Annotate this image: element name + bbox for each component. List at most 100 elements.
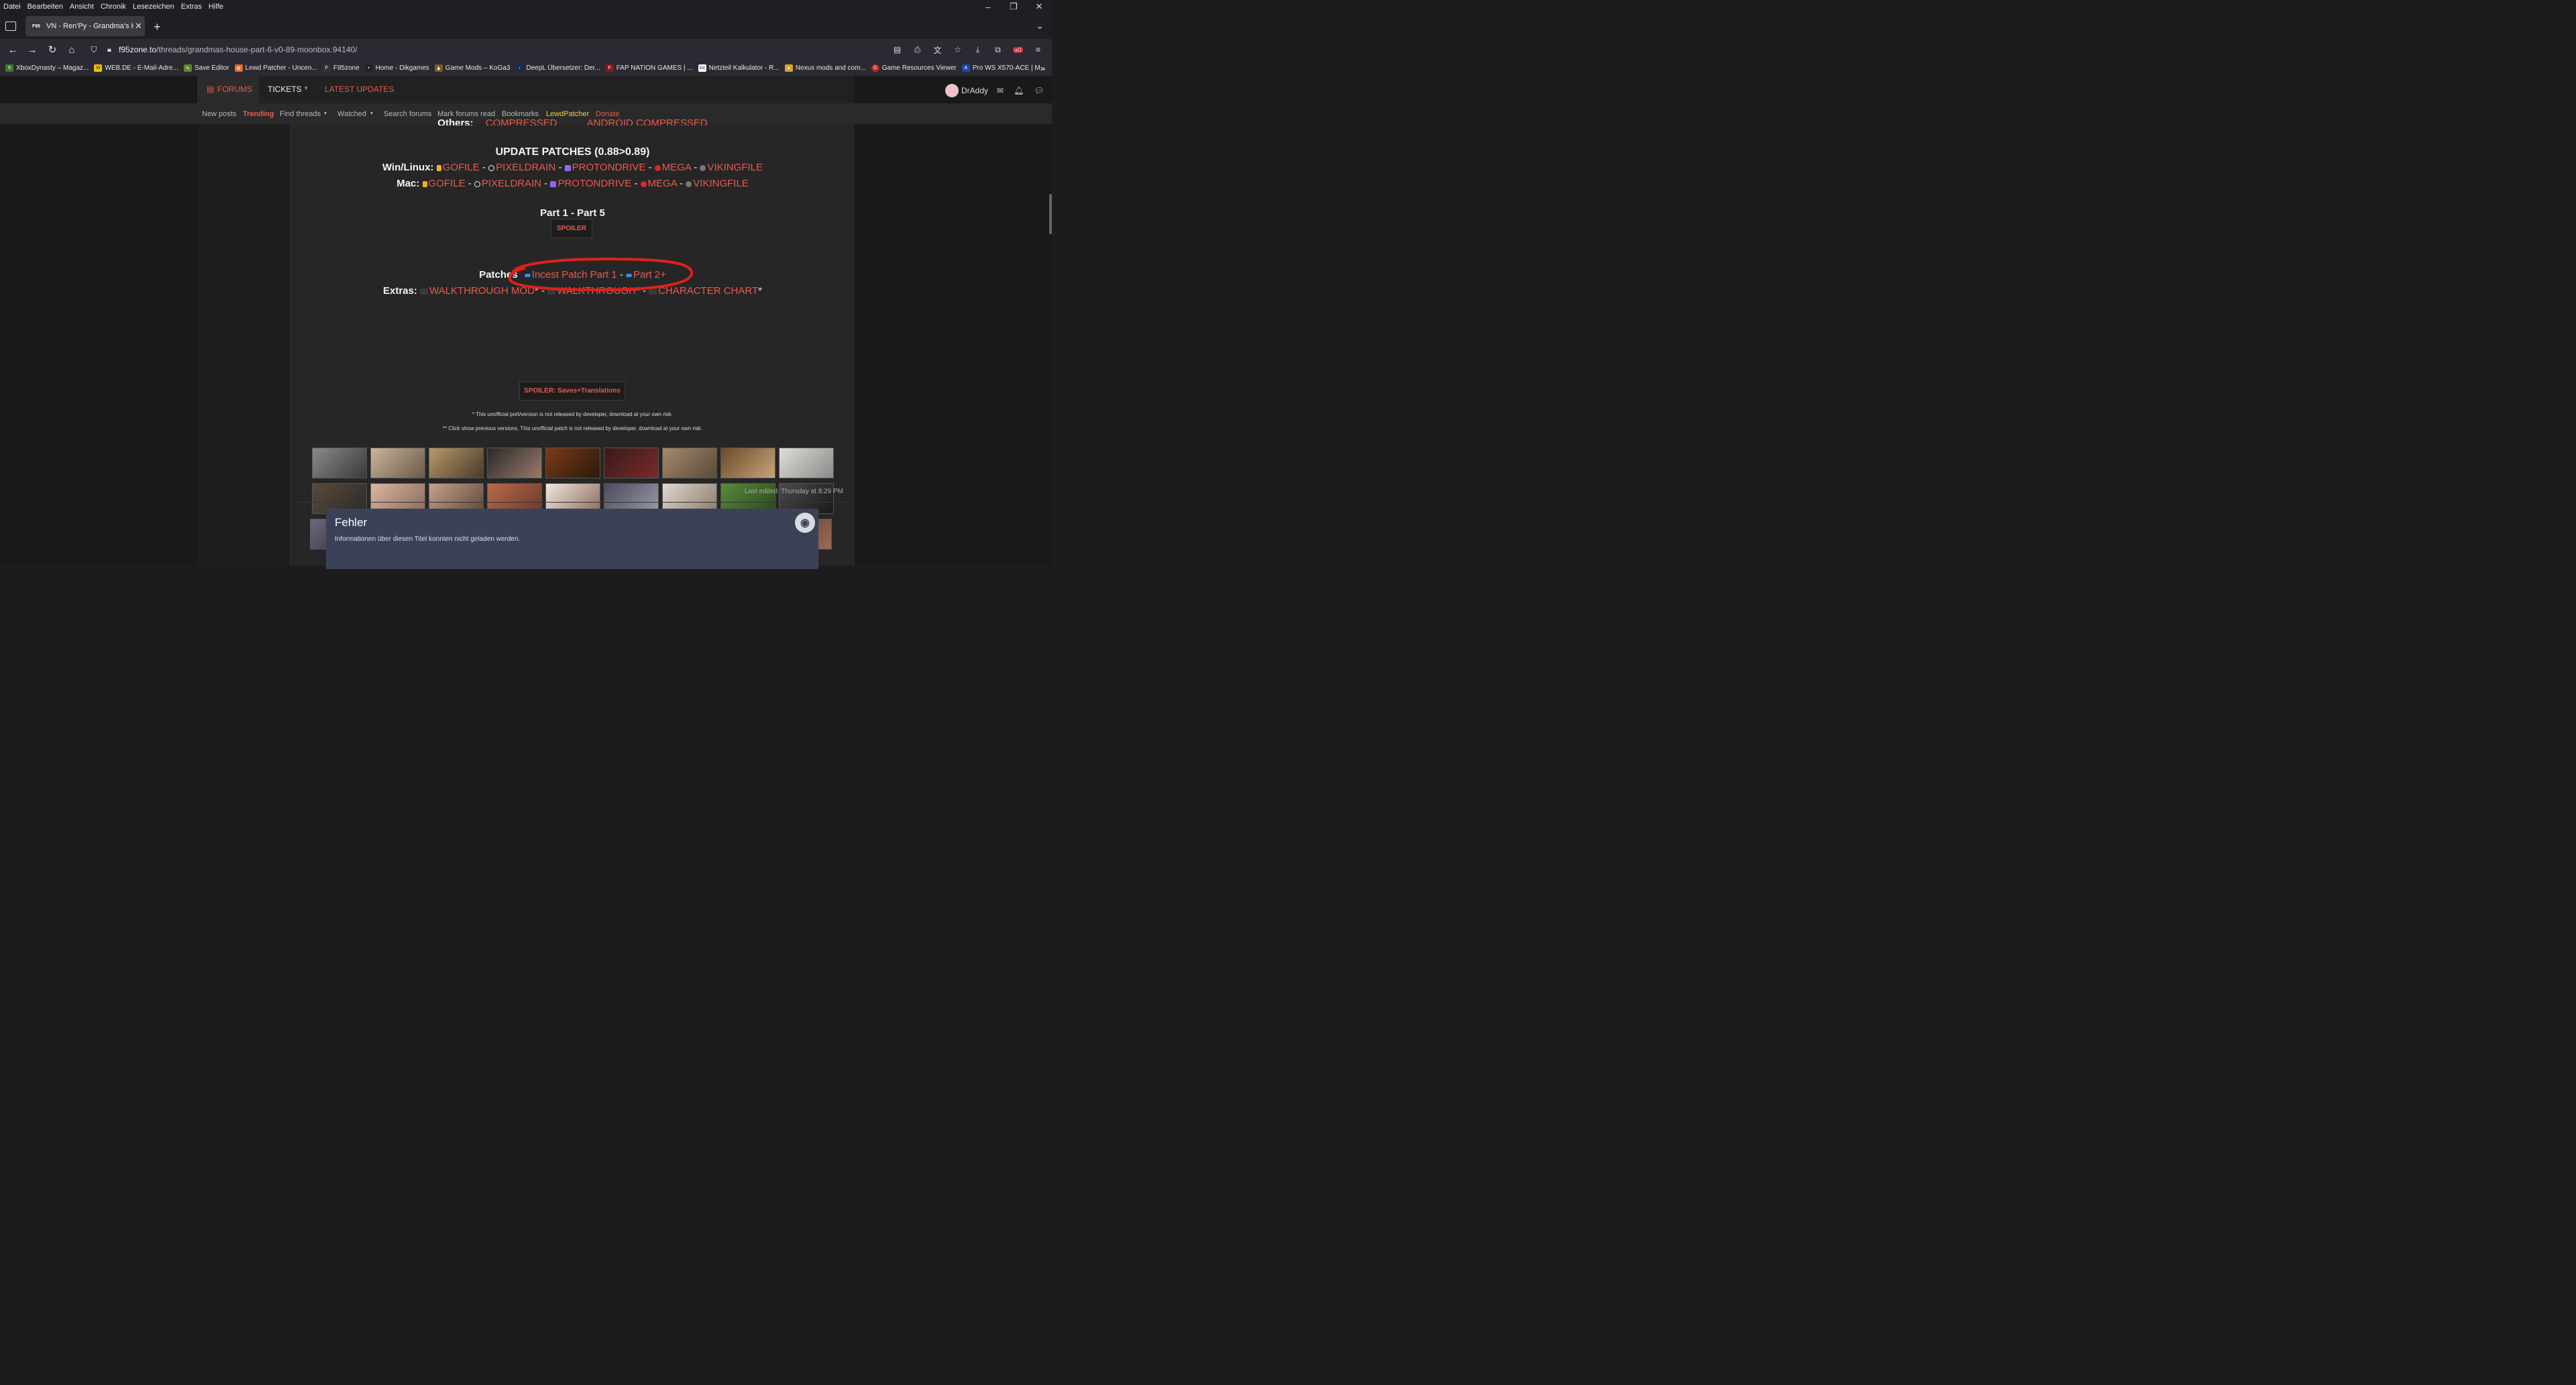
bookmark-10[interactable]: ✦ Nexus mods and com... [784, 64, 866, 72]
new-tab-icon[interactable]: + [154, 20, 161, 34]
gallery-thumbnail[interactable] [486, 447, 542, 478]
menu-ansicht[interactable]: Ansicht [66, 3, 97, 11]
bookmark-3[interactable]: ✿ Lewd Patcher - Uncen... [234, 64, 317, 72]
address-bar[interactable]: f95zone.to/threads/grandmas-house-part-6… [119, 45, 358, 54]
menu-extras[interactable]: Extras [178, 3, 205, 11]
menu-bearbeiten[interactable]: Bearbeiten [24, 3, 66, 11]
bookmark-0[interactable]: X XboxDynasty – Magaz... [5, 64, 89, 72]
bookmark-4[interactable]: F F95zone [322, 64, 360, 72]
save-page-icon[interactable]: ⎙ [910, 43, 924, 56]
home-icon[interactable]: ⌂ [65, 43, 78, 56]
close-window-icon[interactable]: ✕ [1026, 0, 1052, 13]
asus-icon: A [961, 64, 970, 72]
bookmark-5[interactable]: ▪ Home - Dikgames [364, 64, 429, 72]
gallery-thumbnail[interactable] [779, 447, 834, 478]
nav-latest-updates[interactable]: LATEST UPDATES [325, 85, 394, 94]
win-gofile-link[interactable]: GOFILE [443, 162, 480, 173]
gallery-thumbnail[interactable] [720, 447, 775, 478]
shield-icon[interactable]: ⛉ [87, 43, 101, 56]
gallery-thumbnail[interactable] [603, 447, 659, 478]
bell-icon[interactable]: 🔔︎ [1014, 86, 1024, 95]
bookmark-6[interactable]: ♟ Game Mods – KoGa3 [434, 64, 511, 72]
gallery-thumbnail[interactable] [311, 447, 367, 478]
protondrive-icon [550, 181, 557, 187]
scrollbar-thumb[interactable] [1049, 194, 1052, 234]
menu-lesezeichen[interactable]: Lesezeichen [129, 3, 178, 11]
lock-icon[interactable]: 🔒︎ [103, 43, 116, 56]
mac-pixeldrain-link[interactable]: PIXELDRAIN [482, 178, 541, 189]
tab-close-icon[interactable]: ✕ [135, 21, 142, 32]
ublock-icon[interactable]: uO [1011, 43, 1025, 56]
save-editor-icon: ✎ [183, 64, 192, 72]
tab-title: VN - Ren'Py - Grandma's House [46, 22, 133, 30]
bookmarks-overflow-icon[interactable]: » [1040, 63, 1045, 73]
update-patches-title: UPDATE PATCHES (0.88>0.89) [495, 146, 650, 158]
back-icon[interactable]: ← [6, 43, 19, 56]
bookmark-12[interactable]: A Pro WS X570-ACE | M... [961, 64, 1046, 72]
mail-icon[interactable]: ✉ [997, 86, 1004, 95]
win-mega-link[interactable]: MEGA [662, 162, 691, 173]
tab-list-icon[interactable] [5, 21, 16, 31]
deepl-icon: › [515, 64, 524, 72]
menu-datei[interactable]: Datei [0, 3, 24, 11]
translate-icon[interactable]: 文 [930, 43, 945, 56]
steam-error-title: Fehler [334, 516, 368, 529]
spoiler-saves-translations-button[interactable]: SPOILER: Saves+Translations [519, 380, 625, 401]
bookmark-7[interactable]: › DeepL Übersetzer: Der... [515, 64, 600, 72]
downloads-icon[interactable]: ⤓ [971, 43, 985, 56]
bookmark-star-icon[interactable]: ☆ [951, 43, 965, 56]
url-host: f95zone.to [118, 44, 157, 54]
spoiler-button[interactable]: SPOILER [550, 218, 592, 238]
win-pixeldrain-link[interactable]: PIXELDRAIN [496, 162, 555, 173]
nav-forums[interactable]: FORUMS [217, 85, 252, 94]
reader-view-icon[interactable]: ▤ [890, 43, 904, 56]
mac-mega-link[interactable]: MEGA [648, 178, 677, 189]
bookmark-1[interactable]: W WEB.DE - E-Mail-Adre... [94, 64, 178, 72]
webde-icon: W [94, 64, 103, 72]
tickets-dropdown-icon[interactable]: ▾ [305, 85, 308, 92]
last-edited: Last edited: Thursday at 8:29 PM [744, 487, 843, 495]
gallery-thumbnail[interactable] [545, 447, 600, 478]
user-menu[interactable]: DrAddy ✉ 🔔︎ 💬︎ [945, 84, 1044, 97]
win-protondrive-link[interactable]: PROTONDRIVE [572, 162, 646, 173]
subnav-trending[interactable]: Trending [243, 110, 274, 118]
restore-icon[interactable]: ❐ [1001, 0, 1026, 13]
menu-hilfe[interactable]: Hilfe [205, 3, 227, 11]
f95-icon: F [322, 64, 331, 72]
bookmark-11[interactable]: G Game Resources Viewer [871, 64, 957, 72]
minimize-icon[interactable]: – [975, 0, 1001, 13]
mac-protondrive-link[interactable]: PROTONDRIVE [557, 178, 631, 189]
bookmark-9[interactable]: bq Netzteil Kalkulator - R... [698, 64, 780, 72]
chat-icon[interactable]: 💬︎ [1034, 86, 1044, 95]
dikgames-icon: ▪ [364, 64, 373, 72]
steam-widget: Fehler Informationen über diesen Titel k… [325, 508, 818, 569]
gallery-thumbnail[interactable] [370, 447, 425, 478]
gofile-icon [436, 164, 441, 171]
gallery-thumbnail[interactable] [661, 447, 717, 478]
unofficial-patch-note: ** Click show previous versions, This un… [442, 425, 702, 431]
gallery-thumbnail[interactable] [428, 447, 484, 478]
mega-icon [654, 164, 661, 171]
forward-icon[interactable]: → [25, 43, 39, 56]
reload-icon[interactable]: ↻ [46, 43, 59, 56]
watched-dropdown-icon[interactable]: ▾ [370, 110, 373, 116]
bookmark-2[interactable]: ✎ Save Editor [183, 64, 229, 72]
extensions-icon[interactable]: ⧉ [991, 43, 1005, 56]
f95-favicon-icon: F95 [30, 22, 42, 30]
vikingfile-icon [700, 164, 706, 171]
subnav-new-posts[interactable]: New posts [202, 110, 236, 118]
find-threads-dropdown-icon[interactable]: ▾ [324, 110, 327, 116]
bookmark-8[interactable]: F FAP NATION GAMES | ... [605, 64, 693, 72]
menu-chronik[interactable]: Chronik [97, 3, 129, 11]
website: ▤ FORUMS TICKETS ▾ LATEST UPDATES DrAddy… [0, 76, 1052, 569]
mac-gofile-link[interactable]: GOFILE [429, 178, 466, 189]
hamburger-menu-icon[interactable]: ≡ [1031, 43, 1045, 56]
grv-icon: G [871, 64, 879, 72]
win-vikingfile-link[interactable]: VIKINGFILE [707, 162, 763, 173]
chevron-down-icon[interactable]: ⌄ [1036, 20, 1044, 32]
url-path: /threads/grandmas-house-part-6-v0-89-moo… [156, 44, 358, 54]
mac-vikingfile-link[interactable]: VIKINGFILE [693, 178, 749, 189]
nav-tickets[interactable]: TICKETS [268, 85, 302, 94]
tab-active[interactable]: F95 VN - Ren'Py - Grandma's House ✕ [25, 16, 145, 36]
f95-icon [420, 288, 429, 295]
